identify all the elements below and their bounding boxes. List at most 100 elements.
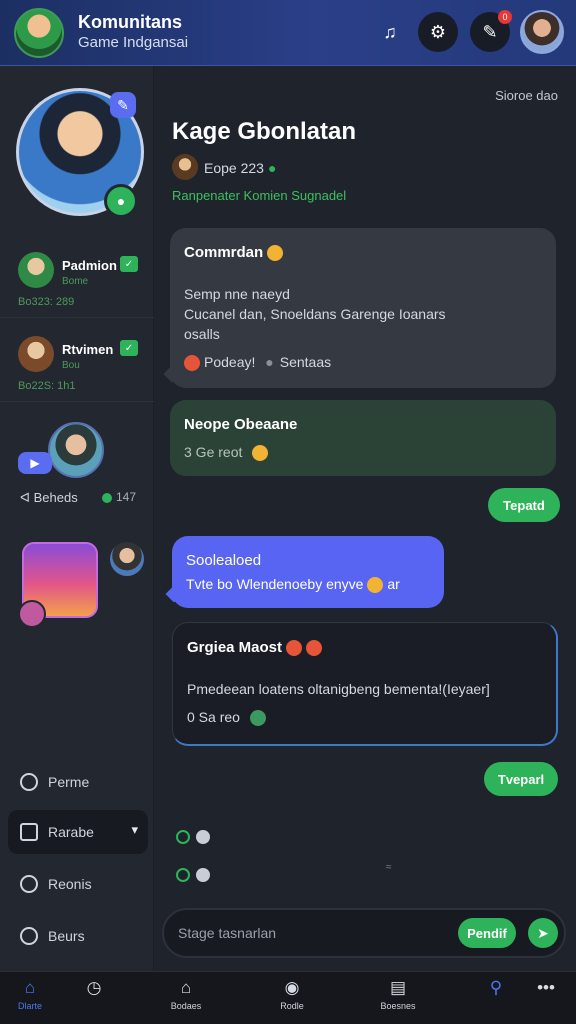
- verified-icon: ✓: [120, 340, 138, 356]
- community-logo[interactable]: [14, 8, 64, 58]
- chat-subtitle: Ranpenater Komien Sugnadel: [172, 188, 347, 203]
- emoji-icon: [367, 577, 384, 594]
- reply-pill[interactable]: Tepatd: [488, 488, 560, 522]
- tab-rodle[interactable]: ◉ Rodle: [262, 978, 322, 1011]
- reply-pill[interactable]: Tveparl: [484, 762, 558, 796]
- contact-meta: Bo323: 289: [18, 296, 75, 308]
- message-line: Cucanel dan, Snoeldans Garenge Ioanars: [184, 306, 446, 322]
- tab-boesnes[interactable]: ▤ Boesnes: [368, 978, 428, 1011]
- send-button[interactable]: Pendif: [458, 918, 516, 948]
- status-dot-icon: [196, 868, 210, 882]
- chat-meta: Eope 223 ●: [204, 160, 277, 176]
- chat-icon: [20, 773, 38, 791]
- status-dot-icon: [176, 830, 190, 844]
- nav-perme[interactable]: Perme: [8, 760, 148, 804]
- message-text: Pmedeean loatens oltanigbeng bementa!(Ie…: [187, 681, 490, 697]
- online-dot-icon: [102, 492, 112, 503]
- app-title: Komunitans: [78, 12, 183, 32]
- emoji-icon: [286, 640, 303, 657]
- gear-icon[interactable]: ⚙: [418, 12, 458, 52]
- friend-avatar[interactable]: [48, 422, 104, 478]
- notebook-icon: ▤: [389, 978, 407, 997]
- search-icon: ⚲: [489, 978, 503, 997]
- contact-item[interactable]: Rtvimen ✓ Bou Bo22S: 1h1: [0, 332, 154, 402]
- verified-icon: ✓: [120, 256, 138, 272]
- house-icon: ⌂: [180, 978, 192, 997]
- contact-avatar: [18, 252, 54, 288]
- tab-home[interactable]: ⌂ Dlarte: [0, 978, 60, 1011]
- chat-status-icon[interactable]: ●: [104, 184, 138, 218]
- more-icon: •••: [537, 978, 555, 997]
- message-footer: 3 Ge reot: [184, 442, 269, 462]
- message-bubble[interactable]: Commrdan Semp nne naeyd Cucanel dan, Sno…: [163, 228, 556, 388]
- contact-sub: Bome: [62, 276, 89, 287]
- message-text: Tvte bo Wlendenoeby enyve ar: [186, 576, 400, 594]
- contact-meta: Bo22S: 1h1: [18, 380, 76, 392]
- tab-label: Dlarte: [17, 1001, 42, 1011]
- game-badge-avatar: [18, 600, 46, 628]
- friend-avatar-small[interactable]: [110, 542, 144, 576]
- nav-beurs[interactable]: Beurs: [8, 914, 148, 958]
- tab-label: Bodaes: [170, 1001, 202, 1011]
- contact-name: Padmion: [62, 258, 117, 273]
- nav-reonis[interactable]: Reonis: [8, 862, 148, 906]
- message-input[interactable]: [178, 922, 448, 944]
- emoji-icon: [306, 640, 323, 657]
- typing-indicator: [176, 868, 210, 882]
- message-line: osalls: [184, 326, 220, 342]
- notification-badge: 0: [498, 10, 512, 24]
- message-line: Semp nne naeyd: [184, 286, 290, 302]
- message-title: Commrdan: [184, 244, 284, 262]
- read-receipt-icon: ≈: [386, 862, 392, 873]
- message-bubble[interactable]: Soolealoed Tvte bo Wlendenoeby enyve ar: [165, 536, 444, 608]
- separator-icon: ●: [265, 354, 274, 370]
- send-arrow-icon[interactable]: ➤: [528, 918, 558, 948]
- tab-label: Boesnes: [380, 1001, 416, 1011]
- message-footer: Podeay! ● Sentaas: [184, 352, 331, 372]
- chat-status: Sioroe dao: [495, 88, 558, 103]
- message-footer: 0 Sa reo: [187, 707, 266, 727]
- bubble-tail: [165, 585, 183, 603]
- bottom-nav: ⌂ Dlarte ◷ ⌂ Bodaes ◉ Rodle ▤ Boesnes ⚲ •••: [0, 971, 576, 1024]
- contact-name: Rtvimen: [62, 342, 114, 357]
- home-icon: ⌂: [24, 978, 36, 997]
- message-bubble[interactable]: Grgiea Maost Pmedeean loatens oltanigben…: [172, 622, 558, 746]
- video-call-icon[interactable]: ▶: [18, 452, 52, 474]
- contact-avatar: [18, 336, 54, 372]
- tab-bodaes[interactable]: ⌂ Bodaes: [156, 978, 216, 1011]
- nav-label: Beurs: [48, 928, 85, 944]
- emoji-icon: [267, 245, 284, 262]
- emoji-icon: [252, 445, 269, 462]
- message-bubble[interactable]: Neope Obeaane 3 Ge reot: [170, 400, 556, 476]
- message-title: Soolealoed: [186, 552, 262, 569]
- settings-icon: [20, 875, 38, 893]
- contact-sub: Bou: [62, 360, 80, 371]
- message-title: Neope Obeaane: [184, 416, 298, 433]
- chevron-down-icon: ▾: [131, 822, 138, 837]
- typing-indicator: [176, 830, 210, 844]
- nav-rarabe[interactable]: Rarabe ▾: [8, 810, 148, 854]
- online-dot-icon: ●: [267, 160, 277, 176]
- chat-alt-icon: [20, 823, 38, 841]
- tab-more[interactable]: •••: [516, 978, 576, 1001]
- edit-profile-icon[interactable]: ✎: [110, 92, 136, 118]
- message-composer: Pendif ➤: [162, 908, 566, 958]
- pencil-icon[interactable]: ✎ 0: [470, 10, 512, 52]
- chat-panel: Sioroe dao Kage Gbonlatan Eope 223 ● Ranp…: [154, 66, 576, 971]
- user-avatar[interactable]: [520, 10, 564, 54]
- chat-owner-avatar: [172, 154, 198, 180]
- message-title: Grgiea Maost: [187, 639, 323, 657]
- app-subtitle: Game Indgansai: [78, 34, 189, 51]
- nav-label: Rarabe: [48, 824, 94, 840]
- music-note-icon[interactable]: ♫: [370, 12, 410, 52]
- status-dot-icon: [176, 868, 190, 882]
- beheds-label: ᐊ Beheds: [20, 490, 78, 505]
- beheds-count: 147: [102, 490, 136, 504]
- contact-item[interactable]: Padmion ✓ Bome Bo323: 289: [0, 248, 154, 318]
- clock-icon: ◷: [86, 978, 102, 997]
- app-header: Komunitans Game Indgansai ♫ ⚙ ✎ 0: [0, 0, 576, 66]
- nav-label: Reonis: [48, 876, 92, 892]
- tab-clock[interactable]: ◷: [64, 978, 124, 1001]
- nav-label: Perme: [48, 774, 90, 790]
- clock-icon: [20, 927, 38, 945]
